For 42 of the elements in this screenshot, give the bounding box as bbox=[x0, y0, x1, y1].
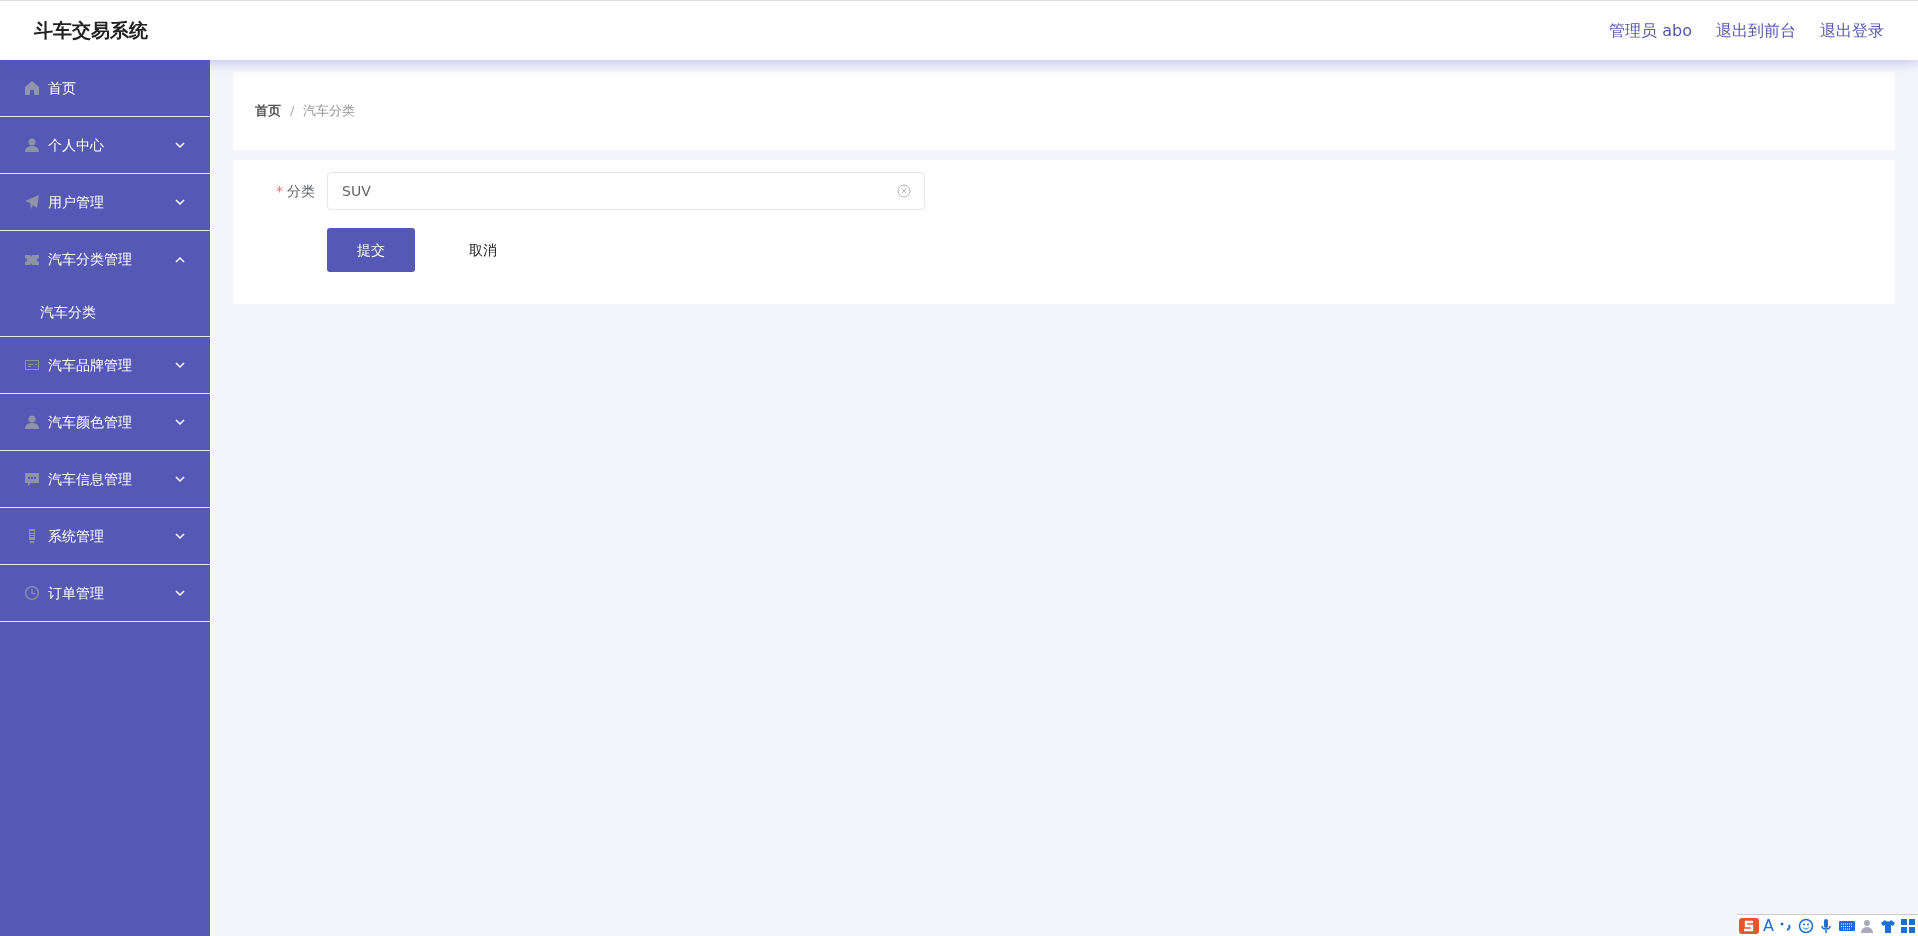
home-icon bbox=[24, 80, 40, 96]
header-link[interactable]: 退出登录 bbox=[1820, 18, 1884, 43]
field-label: 分类 bbox=[287, 182, 315, 199]
input-mode-label[interactable]: A bbox=[1763, 915, 1774, 936]
breadcrumb-separator: / bbox=[290, 102, 295, 121]
shirt-icon[interactable] bbox=[1880, 917, 1896, 934]
chevron-down-icon[interactable] bbox=[174, 587, 186, 599]
chevron-down-icon[interactable] bbox=[174, 416, 186, 428]
submenu-item[interactable]: 汽车分类 bbox=[40, 301, 96, 323]
app-title: 斗车交易系统 bbox=[34, 18, 148, 44]
paper-plane-icon bbox=[24, 194, 40, 210]
menu-item[interactable]: 用户管理 bbox=[48, 191, 104, 213]
ime-logo-icon[interactable] bbox=[1739, 917, 1760, 934]
menu-item[interactable]: 首页 bbox=[48, 77, 76, 99]
card-icon bbox=[24, 357, 40, 373]
menu-item[interactable]: 个人中心 bbox=[48, 134, 104, 156]
menu-item[interactable]: 汽车品牌管理 bbox=[48, 354, 132, 376]
smiley-icon[interactable] bbox=[1798, 917, 1814, 934]
submit-button[interactable]: 提交 bbox=[327, 228, 415, 272]
chat-icon bbox=[24, 471, 40, 487]
chevron-down-icon[interactable] bbox=[174, 359, 186, 371]
microphone-icon[interactable] bbox=[1818, 917, 1834, 934]
breadcrumb-item: 汽车分类 bbox=[303, 102, 356, 121]
header-link[interactable]: 管理员 abo bbox=[1609, 18, 1692, 43]
menu-item[interactable]: 订单管理 bbox=[48, 582, 104, 604]
menu-item[interactable]: 汽车颜色管理 bbox=[48, 411, 132, 433]
grid-icon[interactable] bbox=[1900, 917, 1916, 934]
menu-item[interactable]: 汽车信息管理 bbox=[48, 468, 132, 490]
user-icon bbox=[24, 137, 40, 153]
chevron-down-icon[interactable] bbox=[174, 139, 186, 151]
clock-icon bbox=[24, 585, 40, 601]
breadcrumb-item[interactable]: 首页 bbox=[255, 101, 281, 121]
chevron-down-icon[interactable] bbox=[174, 530, 186, 542]
user-icon bbox=[24, 414, 40, 430]
required-mark: * bbox=[276, 182, 283, 199]
menu-item[interactable]: 汽车分类管理 bbox=[48, 249, 132, 270]
cancel-button[interactable]: 取消 bbox=[439, 228, 527, 272]
input-field[interactable]: SUV bbox=[327, 172, 925, 210]
chevron-down-icon[interactable] bbox=[174, 473, 186, 485]
chevron-down-icon[interactable] bbox=[174, 196, 186, 208]
menu-item[interactable]: 系统管理 bbox=[48, 525, 104, 547]
header-link[interactable]: 退出到前台 bbox=[1716, 18, 1796, 43]
